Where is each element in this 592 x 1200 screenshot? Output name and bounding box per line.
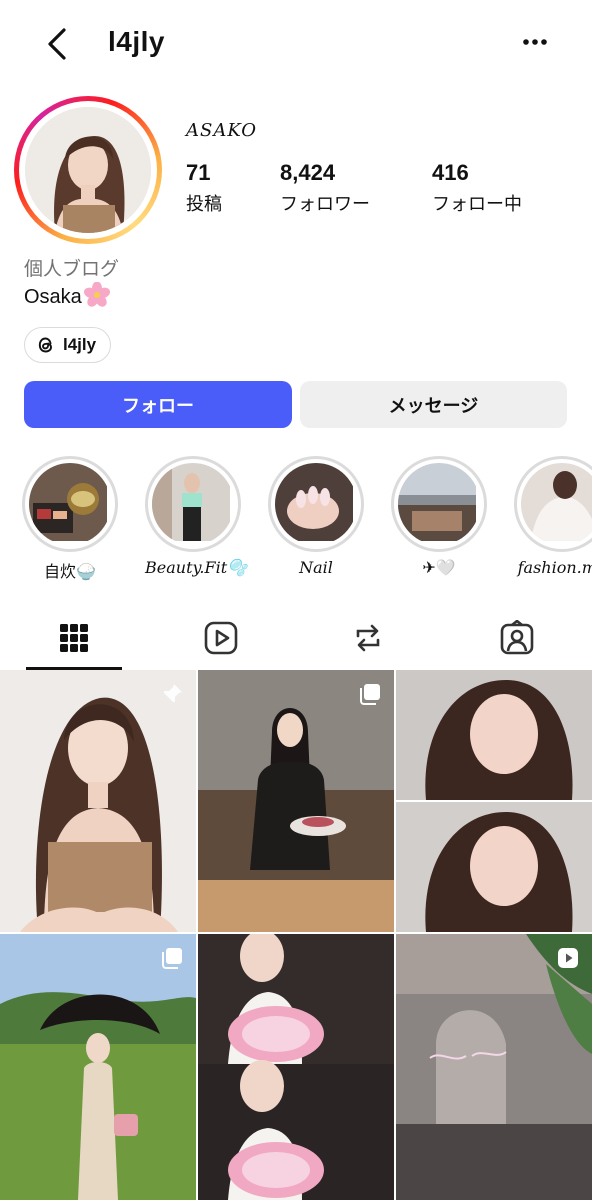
highlight-cover bbox=[152, 463, 234, 545]
cherry-blossom-icon bbox=[83, 281, 110, 308]
reels-icon bbox=[204, 621, 238, 655]
post-thumbnail[interactable] bbox=[396, 670, 592, 932]
follow-button[interactable]: フォロー bbox=[24, 381, 292, 428]
top-bar: l4jly bbox=[0, 0, 592, 88]
post-thumbnail[interactable] bbox=[0, 934, 196, 1200]
threads-handle: l4jly bbox=[63, 335, 97, 354]
highlight-item[interactable]: ✈︎🤍 bbox=[391, 456, 487, 578]
threads-icon bbox=[38, 337, 52, 353]
highlight-label: fashion.me bbox=[517, 558, 592, 577]
threads-link[interactable]: l4jly bbox=[24, 327, 112, 363]
highlight-cover bbox=[398, 463, 480, 545]
profile-bio: Osaka bbox=[24, 281, 110, 309]
more-horizontal-icon bbox=[523, 39, 547, 45]
bio-text: Osaka bbox=[24, 286, 82, 308]
highlight-cover bbox=[29, 463, 111, 545]
highlight-item[interactable]: fashion.me bbox=[514, 456, 592, 577]
avatar bbox=[25, 107, 151, 233]
highlight-item[interactable]: 自炊🍚 bbox=[22, 456, 118, 582]
tab-reposts[interactable] bbox=[320, 616, 416, 660]
highlight-cover bbox=[275, 463, 357, 545]
highlight-label: 自炊🍚 bbox=[44, 564, 96, 581]
highlight-label: ✈︎🤍 bbox=[422, 560, 456, 577]
posts-label: 投稿 bbox=[186, 194, 222, 214]
posts-stat[interactable]: 71 投稿 bbox=[186, 160, 222, 216]
reel-icon bbox=[558, 948, 578, 968]
highlight-label: Beauty.Fit🫧 bbox=[145, 558, 248, 577]
highlight-item[interactable]: Beauty.Fit🫧 bbox=[145, 456, 248, 577]
content-tabs bbox=[0, 608, 592, 670]
profile-username: l4jly bbox=[108, 26, 165, 57]
back-button[interactable] bbox=[40, 24, 76, 64]
tagged-icon bbox=[500, 620, 534, 655]
posts-count: 71 bbox=[186, 160, 211, 185]
highlight-label: Nail bbox=[299, 558, 333, 577]
tab-tagged[interactable] bbox=[469, 616, 565, 660]
following-count: 416 bbox=[432, 160, 469, 185]
posts-grid bbox=[0, 670, 592, 1200]
carousel-icon bbox=[360, 684, 380, 705]
followers-label: フォロワー bbox=[280, 194, 370, 214]
post-thumbnail[interactable] bbox=[0, 670, 196, 932]
tab-posts-grid[interactable] bbox=[26, 616, 122, 660]
post-thumbnail[interactable] bbox=[396, 934, 592, 1200]
message-button[interactable]: メッセージ bbox=[300, 381, 567, 428]
post-thumbnail[interactable] bbox=[198, 934, 394, 1200]
grid-icon bbox=[60, 624, 88, 652]
profile-category: 個人ブログ bbox=[24, 259, 120, 280]
following-stat[interactable]: 416 フォロー中 bbox=[432, 160, 522, 216]
pin-icon bbox=[163, 684, 182, 703]
followers-count: 8,424 bbox=[280, 160, 336, 185]
tab-reels[interactable] bbox=[173, 616, 269, 660]
highlight-cover bbox=[521, 463, 592, 545]
post-thumbnail[interactable] bbox=[198, 670, 394, 932]
chevron-left-icon bbox=[48, 28, 66, 60]
story-ring[interactable] bbox=[14, 96, 162, 244]
following-label: フォロー中 bbox=[432, 194, 522, 214]
reposts-icon bbox=[356, 624, 380, 652]
display-name: ASAKO bbox=[186, 120, 258, 141]
more-options-button[interactable] bbox=[516, 30, 556, 54]
carousel-icon bbox=[162, 948, 182, 969]
highlight-item[interactable]: Nail bbox=[268, 456, 364, 577]
followers-stat[interactable]: 8,424 フォロワー bbox=[280, 160, 370, 216]
